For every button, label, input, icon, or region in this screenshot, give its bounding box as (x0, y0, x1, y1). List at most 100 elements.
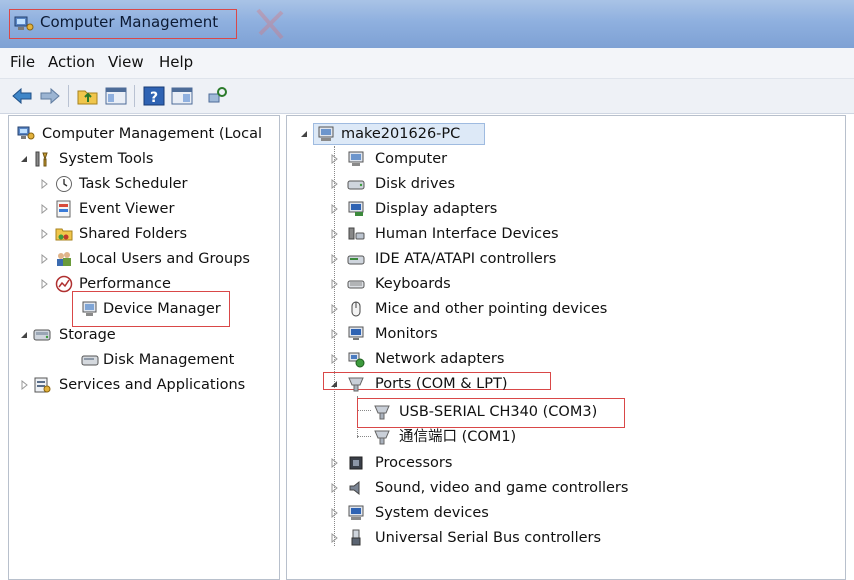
tree-item-label: Task Scheduler (79, 176, 188, 192)
device-category-display-adapters[interactable]: Display adapters (323, 197, 723, 221)
expand-arrow-icon[interactable] (329, 533, 339, 543)
refresh-icon[interactable] (206, 85, 230, 107)
menu-view[interactable]: View (108, 53, 144, 71)
device-tree-pane[interactable]: make201626-PC Computer Disk drives Displ… (286, 115, 846, 580)
device-category-label: Display adapters (375, 201, 498, 217)
computer-management-icon (17, 126, 35, 140)
expand-arrow-icon[interactable] (329, 329, 339, 339)
forward-icon[interactable] (38, 85, 62, 107)
title-bar[interactable]: Computer Management (0, 0, 854, 49)
collapse-arrow-icon[interactable] (329, 379, 339, 389)
svg-text:?: ? (150, 90, 158, 106)
tree-item-disk-management[interactable]: Disk Management (15, 348, 279, 372)
help-icon[interactable]: ? (142, 85, 166, 107)
console-tree-pane[interactable]: Computer Management (Local System Tools … (8, 115, 280, 580)
tree-item-label: Storage (59, 327, 116, 343)
clock-icon (56, 176, 72, 192)
device-category-ide-controllers[interactable]: IDE ATA/ATAPI controllers (323, 247, 723, 271)
collapse-arrow-icon[interactable] (299, 129, 309, 139)
event-viewer-icon (56, 200, 71, 218)
expand-arrow-icon[interactable] (39, 229, 49, 239)
tools-icon (35, 151, 48, 167)
back-icon[interactable] (10, 85, 34, 107)
disk-management-icon (81, 355, 99, 366)
network-icon (348, 352, 365, 368)
toolbar-separator (134, 85, 135, 107)
device-category-mice[interactable]: Mice and other pointing devices (323, 297, 723, 321)
properties-icon[interactable] (170, 85, 194, 107)
expand-arrow-icon[interactable] (329, 354, 339, 364)
titlebar-glare (256, 8, 284, 40)
expand-arrow-icon[interactable] (39, 204, 49, 214)
sound-icon (349, 480, 360, 496)
menu-bar: File Action View Help (0, 48, 854, 79)
device-category-sound[interactable]: Sound, video and game controllers (323, 476, 723, 500)
expand-arrow-icon[interactable] (39, 254, 49, 264)
tree-item-device-manager[interactable]: Device Manager (15, 297, 279, 321)
expand-arrow-icon[interactable] (329, 304, 339, 314)
device-com1-port[interactable]: 通信端口 (COM1) (371, 425, 631, 449)
device-category-computer[interactable]: Computer (323, 147, 723, 171)
up-folder-icon[interactable] (76, 85, 100, 107)
device-category-usb-controllers[interactable]: Universal Serial Bus controllers (323, 526, 723, 550)
tree-item-system-tools[interactable]: System Tools (15, 147, 279, 171)
tree-item-services-and-applications[interactable]: Services and Applications (15, 373, 279, 397)
collapse-arrow-icon[interactable] (19, 154, 29, 164)
menu-action[interactable]: Action (48, 53, 95, 71)
expand-arrow-icon[interactable] (329, 154, 339, 164)
shared-folder-icon (55, 228, 73, 241)
device-category-disk-drives[interactable]: Disk drives (323, 172, 723, 196)
tree-item-shared-folders[interactable]: Shared Folders (15, 222, 279, 246)
tree-root-label: Computer Management (Local (42, 126, 263, 142)
device-category-ports[interactable]: Ports (COM & LPT) (323, 372, 723, 396)
tree-guide-line (357, 436, 371, 437)
device-category-monitors[interactable]: Monitors (323, 322, 723, 346)
services-icon (34, 377, 51, 393)
tree-item-event-viewer[interactable]: Event Viewer (15, 197, 279, 221)
device-category-human-interface-devices[interactable]: Human Interface Devices (323, 222, 723, 246)
device-category-label: Ports (COM & LPT) (375, 376, 508, 392)
mouse-icon (351, 301, 361, 317)
menu-file[interactable]: File (10, 53, 35, 71)
tree-item-label: Disk Management (103, 352, 235, 368)
computer-icon (348, 151, 364, 166)
window-title: Computer Management (40, 13, 219, 31)
show-hide-tree-icon[interactable] (104, 85, 128, 107)
tree-item-task-scheduler[interactable]: Task Scheduler (15, 172, 279, 196)
device-category-processors[interactable]: Processors (323, 451, 723, 475)
toolbar: ? (0, 79, 854, 114)
device-category-label: Sound, video and game controllers (375, 480, 629, 496)
tree-item-label: Shared Folders (79, 226, 188, 242)
tree-item-local-users-and-groups[interactable]: Local Users and Groups (15, 247, 279, 271)
device-category-label: Keyboards (375, 276, 451, 292)
expand-arrow-icon[interactable] (39, 179, 49, 189)
expand-arrow-icon[interactable] (329, 458, 339, 468)
expand-arrow-icon[interactable] (329, 508, 339, 518)
tree-item-storage[interactable]: Storage (15, 323, 279, 347)
menu-help[interactable]: Help (159, 53, 193, 71)
tree-root-computer-management[interactable]: Computer Management (Local (15, 122, 279, 146)
expand-arrow-icon[interactable] (39, 279, 49, 289)
device-category-keyboards[interactable]: Keyboards (323, 272, 723, 296)
expand-arrow-icon[interactable] (329, 483, 339, 493)
device-category-system-devices[interactable]: System devices (323, 501, 723, 525)
tree-item-label: Event Viewer (79, 201, 175, 217)
expand-arrow-icon[interactable] (329, 254, 339, 264)
display-adapter-icon (348, 201, 364, 216)
expand-arrow-icon[interactable] (329, 204, 339, 214)
expand-arrow-icon[interactable] (329, 229, 339, 239)
device-tree-root[interactable]: make201626-PC (297, 122, 497, 146)
device-category-network-adapters[interactable]: Network adapters (323, 347, 723, 371)
hid-icon (348, 227, 365, 240)
expand-arrow-icon[interactable] (329, 279, 339, 289)
expand-arrow-icon[interactable] (19, 380, 29, 390)
collapse-arrow-icon[interactable] (19, 330, 29, 340)
computer-icon (318, 126, 334, 141)
expand-arrow-icon[interactable] (329, 179, 339, 189)
storage-icon (33, 329, 51, 341)
port-icon (374, 405, 390, 420)
device-usb-serial-ch340[interactable]: USB-SERIAL CH340 (COM3) (371, 400, 631, 424)
device-category-label: Human Interface Devices (375, 226, 559, 242)
device-category-label: Disk drives (375, 176, 456, 192)
port-icon (348, 377, 364, 392)
